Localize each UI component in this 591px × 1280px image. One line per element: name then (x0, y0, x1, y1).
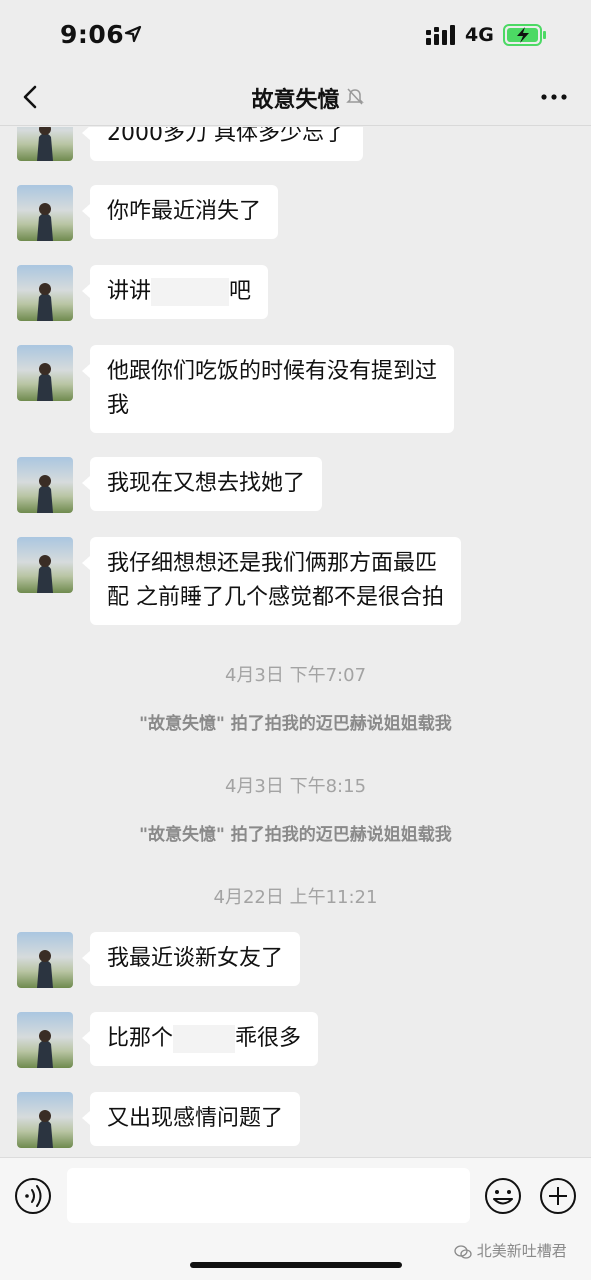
message-bubble: 你咋最近消失了 (81, 185, 279, 239)
message-text: 乖很多 (235, 1026, 302, 1051)
message-text-line: 我仔细想想还是我们俩那方面最匹 (107, 551, 438, 576)
chat-area[interactable]: 2000多刀 具体多少忘了 你咋最近消失了 讲讲 吧 他跟你们吃饭的时候有没有提到… (0, 127, 591, 1157)
message-text-line: 他跟你们吃饭的时候有没有提到过 (107, 359, 438, 384)
more-dots-icon[interactable] (537, 82, 571, 112)
avatar[interactable] (17, 185, 73, 241)
avatar[interactable] (17, 345, 73, 401)
chat-title: 故意失憶 (251, 88, 340, 113)
message-text-line: 我 (107, 393, 130, 418)
mute-bell-icon (346, 88, 364, 105)
message-text-line: 配 之前睡了几个感觉都不是很合拍 (107, 585, 444, 610)
emoji-icon[interactable] (483, 1176, 523, 1216)
timestamp: 4月22日 上午11:21 (213, 887, 378, 908)
message-bubble: 我仔细想想还是我们俩那方面最匹 配 之前睡了几个感觉都不是很合拍 (82, 537, 461, 625)
watermark: 北美新吐槽君 (454, 1240, 567, 1261)
message-text: 讲讲 (107, 279, 152, 304)
message-text: 你咋最近消失了 (107, 199, 262, 224)
watermark-text: 北美新吐槽君 (476, 1242, 567, 1260)
message-bubble: 我现在又想去找她了 (81, 457, 323, 511)
input-bar: 北美新吐槽君 (0, 1157, 591, 1280)
avatar[interactable] (17, 932, 73, 988)
network-label: 4G (465, 24, 494, 46)
pat-system-message: "故意失憶" 拍了拍我的迈巴赫说姐姐载我 (139, 714, 452, 734)
avatar[interactable] (17, 127, 73, 161)
message-text: 吧 (229, 279, 252, 304)
status-time: 9:06 (60, 20, 125, 49)
message-bubble: 又出现感情问题了 (81, 1092, 301, 1146)
location-arrow-icon (124, 25, 142, 43)
avatar[interactable] (17, 1092, 73, 1148)
wechat-logo-icon (454, 1244, 472, 1259)
message-text: 2000多刀 具体多少忘了 (107, 127, 346, 146)
status-bar: 9:06 4G (0, 0, 591, 70)
message-text: 我现在又想去找她了 (107, 471, 306, 496)
message-bubble: 他跟你们吃饭的时候有没有提到过 我 (81, 345, 455, 433)
message-bubble: 2000多刀 具体多少忘了 (82, 127, 363, 161)
message-text: 我最近谈新女友了 (107, 946, 284, 971)
avatar[interactable] (17, 537, 73, 593)
message-text: 又出现感情问题了 (107, 1106, 284, 1131)
plus-icon[interactable] (538, 1176, 578, 1216)
timestamp: 4月3日 下午7:07 (224, 665, 367, 686)
avatar[interactable] (17, 457, 73, 513)
message-bubble: 我最近谈新女友了 (81, 932, 301, 986)
pat-system-message: "故意失憶" 拍了拍我的迈巴赫说姐姐载我 (139, 825, 452, 845)
avatar[interactable] (17, 1012, 73, 1068)
nav-bar: 故意失憶 (0, 70, 591, 126)
battery-charging-icon (503, 24, 546, 46)
message-bubble: 比那个 乖很多 (81, 1012, 319, 1066)
voice-icon[interactable] (13, 1176, 53, 1216)
avatar[interactable] (17, 265, 73, 321)
message-input[interactable] (67, 1168, 470, 1223)
redacted-block (173, 1025, 236, 1053)
message-bubble: 讲讲 吧 (81, 265, 269, 319)
signal-bars-icon (426, 25, 455, 45)
message-text: 比那个 (107, 1026, 174, 1051)
timestamp: 4月3日 下午8:15 (224, 776, 367, 797)
home-indicator (190, 1262, 402, 1268)
redacted-block (151, 278, 230, 306)
